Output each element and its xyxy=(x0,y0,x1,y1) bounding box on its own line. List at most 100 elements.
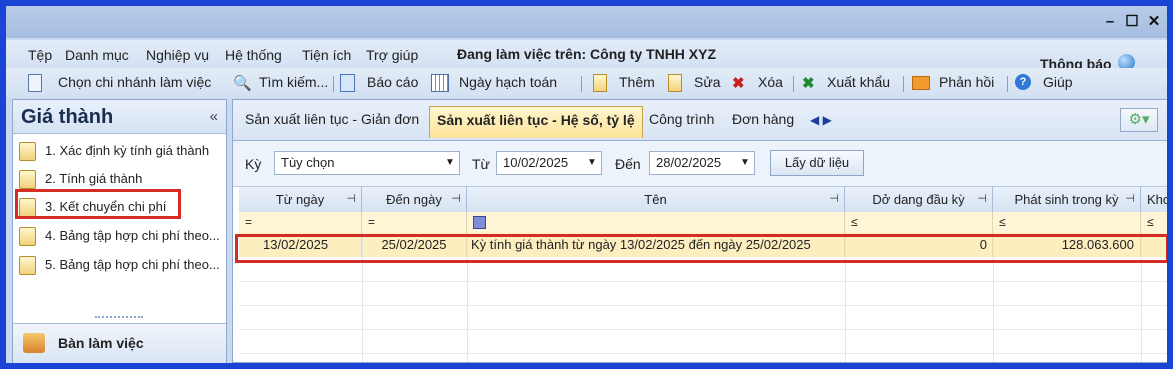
column-label: Khoả xyxy=(1147,192,1167,207)
to-label: Đến xyxy=(615,156,641,172)
period-select[interactable]: Tùy chọn ▼ xyxy=(274,151,460,175)
document-icon xyxy=(19,170,36,189)
to-date-value: 28/02/2025 xyxy=(656,155,722,170)
column-incurred[interactable]: Phát sinh trong kỳ ⊣ xyxy=(993,187,1141,212)
help-button[interactable]: Giúp xyxy=(1043,74,1073,90)
workspace-label: Bàn làm việc xyxy=(58,335,144,351)
filter-from-date[interactable]: = xyxy=(239,212,362,233)
toolbar-divider xyxy=(903,76,904,92)
filter-bar: Kỳ Tùy chọn ▼ Từ 10/02/2025 ▼ Đến 28/02/… xyxy=(233,141,1167,187)
filter-incurred[interactable]: ≤ xyxy=(993,212,1141,233)
chevron-down-icon[interactable]: ▼ xyxy=(736,152,754,174)
pin-icon[interactable]: ⊣ xyxy=(977,187,987,212)
pin-icon[interactable]: ⊣ xyxy=(451,187,461,212)
toolbar-divider xyxy=(581,76,582,92)
data-grid: Từ ngày ⊣ Đến ngày ⊣ Tên ⊣ Dở dang đầu kỳ ⊣ … xyxy=(239,187,1167,362)
grid-filter-row: = = ≤ ≤ ≤ xyxy=(239,212,1167,234)
filter-operator[interactable]: ≤ xyxy=(999,215,1006,229)
grid-line xyxy=(239,329,1167,330)
document-icon xyxy=(19,142,36,161)
filter-type-icon[interactable] xyxy=(473,216,486,230)
add-icon xyxy=(593,74,607,92)
menu-catalog[interactable]: Danh mục xyxy=(65,47,129,63)
add-button[interactable]: Thêm xyxy=(619,74,655,90)
menu-system[interactable]: Hệ thống xyxy=(225,47,282,63)
column-name[interactable]: Tên ⊣ xyxy=(467,187,845,212)
column-from-date[interactable]: Từ ngày ⊣ xyxy=(239,187,362,212)
menu-utilities[interactable]: Tiện ích xyxy=(302,47,351,63)
column-label: Dở dang đầu kỳ xyxy=(872,192,965,207)
pin-icon[interactable]: ⊣ xyxy=(829,187,839,212)
branch-icon xyxy=(28,74,42,92)
column-opening-wip[interactable]: Dở dang đầu kỳ ⊣ xyxy=(845,187,993,212)
export-button[interactable]: Xuất khẩu xyxy=(827,74,890,90)
toolbar-divider xyxy=(793,76,794,92)
workspace-button[interactable]: Bàn làm việc xyxy=(13,323,226,363)
toolbar-divider xyxy=(333,76,334,92)
filter-to-date[interactable]: = xyxy=(362,212,467,233)
from-date-field[interactable]: 10/02/2025 ▼ xyxy=(496,151,602,175)
search-button[interactable]: Tìm kiếm... xyxy=(259,74,328,90)
grid-line xyxy=(239,305,1167,306)
column-label: Từ ngày xyxy=(275,192,325,207)
current-company: Đang làm việc trên: Công ty TNHH XYZ xyxy=(457,46,717,62)
desk-icon xyxy=(23,333,45,353)
chevron-down-icon[interactable]: ▼ xyxy=(441,152,459,174)
filter-operator[interactable]: = xyxy=(368,215,375,229)
filter-operator[interactable]: ≤ xyxy=(851,215,858,229)
filter-opening-wip[interactable]: ≤ xyxy=(845,212,993,233)
accounting-date-button[interactable]: Ngày hạch toán xyxy=(459,74,557,90)
help-icon: ? xyxy=(1015,74,1031,90)
report-button[interactable]: Báo cáo xyxy=(367,74,418,90)
choose-branch-button[interactable]: Chọn chi nhánh làm việc xyxy=(58,74,211,90)
toolbar-divider xyxy=(1007,76,1008,92)
menu-file[interactable]: Tệp xyxy=(28,47,52,63)
cost-navigation-panel: Giá thành « 1. Xác định kỳ tính giá thàn… xyxy=(12,99,227,363)
filter-other[interactable]: ≤ xyxy=(1141,212,1167,233)
pin-icon[interactable]: ⊣ xyxy=(346,187,356,212)
minimize-button[interactable]: – xyxy=(1100,12,1120,32)
from-label: Từ xyxy=(472,156,490,172)
panel-title: Giá thành xyxy=(21,106,114,128)
feedback-button[interactable]: Phản hồi xyxy=(939,74,994,90)
column-label: Phát sinh trong kỳ xyxy=(1014,192,1119,207)
to-date-field[interactable]: 28/02/2025 ▼ xyxy=(649,151,755,175)
chevron-down-icon[interactable]: ▼ xyxy=(583,152,601,174)
close-button[interactable]: ✕ xyxy=(1144,12,1164,32)
column-label: Tên xyxy=(644,192,667,207)
title-bar: – ☐ ✕ xyxy=(6,6,1167,38)
menu-bar: Tệp Danh mục Nghiệp vụ Hệ thống Tiện ích… xyxy=(6,40,1167,68)
nav-item-define-period[interactable]: 1. Xác định kỳ tính giá thành xyxy=(17,137,223,165)
tab-construction[interactable]: Công trình xyxy=(649,111,714,127)
collapse-icon[interactable]: « xyxy=(210,108,218,125)
tab-scroll-arrows[interactable]: ◀ ▶ xyxy=(810,113,832,127)
nav-item-label: 2. Tính giá thành xyxy=(45,171,143,186)
edit-button[interactable]: Sửa xyxy=(694,74,721,90)
nav-item-cost-summary-2[interactable]: 5. Bảng tập hợp chi phí theo... xyxy=(17,251,223,279)
panel-header: Giá thành « xyxy=(13,100,226,134)
excel-icon: ✖ xyxy=(802,75,815,92)
tab-orders[interactable]: Đơn hàng xyxy=(732,111,794,127)
pin-icon[interactable]: ⊣ xyxy=(1125,187,1135,212)
menu-operations[interactable]: Nghiệp vụ xyxy=(146,47,209,63)
nav-item-cost-summary-1[interactable]: 4. Bảng tập hợp chi phí theo... xyxy=(17,222,223,250)
search-icon: 🔍 xyxy=(233,75,252,92)
app-window: – ☐ ✕ Tệp Danh mục Nghiệp vụ Hệ thống Ti… xyxy=(0,0,1173,369)
filter-name[interactable] xyxy=(467,212,845,233)
period-value: Tùy chọn xyxy=(281,155,335,170)
tab-continuous-simple[interactable]: Sản xuất liên tục - Giản đơn xyxy=(245,111,419,127)
column-to-date[interactable]: Đến ngày ⊣ xyxy=(362,187,467,212)
filter-operator[interactable]: = xyxy=(245,215,252,229)
filter-operator[interactable]: ≤ xyxy=(1147,215,1154,229)
calendar-icon xyxy=(431,74,449,92)
delete-button[interactable]: Xóa xyxy=(758,74,783,90)
gear-icon[interactable]: ⚙▾ xyxy=(1120,108,1158,132)
tab-continuous-ratio[interactable]: Sản xuất liên tục - Hệ số, tỷ lệ xyxy=(429,106,643,138)
column-other[interactable]: Khoả xyxy=(1141,187,1167,212)
nav-item-label: 1. Xác định kỳ tính giá thành xyxy=(45,143,210,158)
splitter-grip[interactable] xyxy=(95,316,143,320)
maximize-button[interactable]: ☐ xyxy=(1122,12,1142,32)
column-label: Đến ngày xyxy=(386,192,442,207)
fetch-data-button[interactable]: Lấy dữ liệu xyxy=(770,150,864,176)
menu-help[interactable]: Trợ giúp xyxy=(366,47,418,63)
